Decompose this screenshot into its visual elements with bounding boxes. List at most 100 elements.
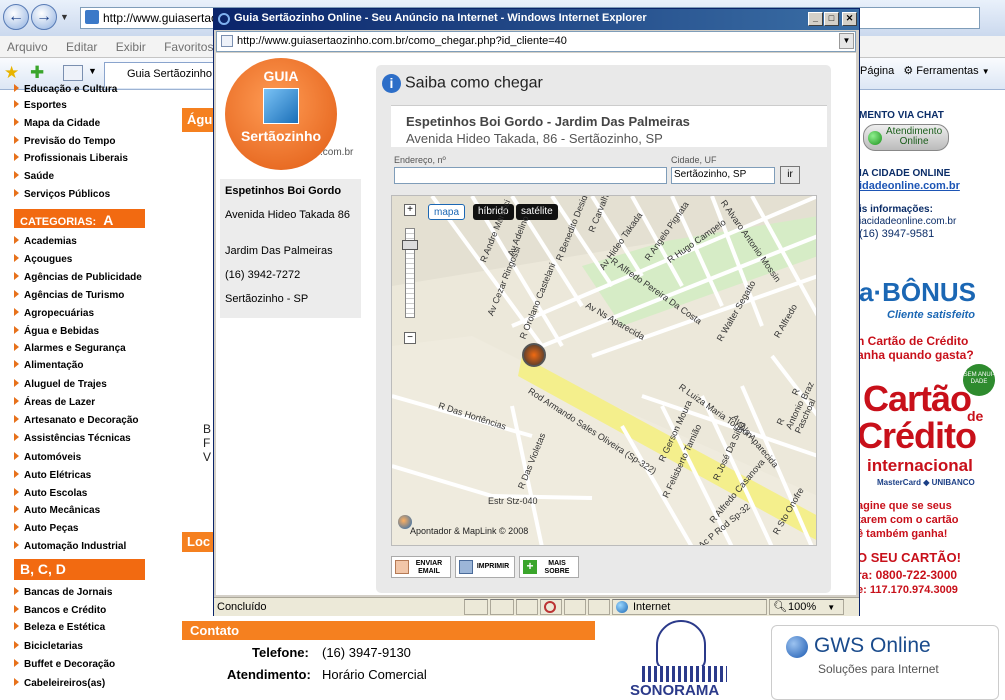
close-button[interactable]: ✕	[842, 12, 857, 26]
nav-item[interactable]: Previsão do Tempo	[14, 136, 116, 147]
zoom-dropdown-icon: ▼	[827, 603, 836, 612]
sonorama-logo: SONORAMA	[630, 682, 720, 699]
info-title: is informações:	[859, 204, 933, 215]
map-type-mapa[interactable]: mapa	[428, 204, 466, 220]
card-phone: (16) 3942-7272	[225, 269, 301, 281]
status-cell	[540, 599, 562, 615]
menu-exibir[interactable]: Exibir	[109, 36, 154, 54]
nav-item[interactable]: Bancos e Crédito	[14, 605, 106, 616]
nav-item[interactable]: Áreas de Lazer	[14, 397, 95, 408]
popup-titlebar[interactable]: Guia Sertãozinho Online - Seu Anúncio na…	[214, 9, 859, 30]
ad-big: Crédito	[857, 415, 977, 456]
nav-item[interactable]: Artesanato e Decoração	[14, 415, 139, 426]
sonorama-ad[interactable]: SONORAMA	[624, 620, 748, 700]
info-email: iacidadeonline.com.br	[859, 216, 957, 227]
nav-item[interactable]: Automóveis	[14, 452, 81, 463]
endereco-label: Endereço, nº	[394, 155, 446, 165]
card-district: Jardim Das Palmeiras	[225, 245, 333, 257]
nav-item[interactable]: Alimentação	[14, 360, 83, 371]
status-cell	[588, 599, 610, 615]
truncated-letter: F	[203, 436, 211, 450]
nav-item[interactable]: Água e Bebidas	[14, 326, 99, 337]
nav-item[interactable]: Açougues	[14, 254, 72, 265]
browser-tab-label: Guia Sertãozinho -	[127, 68, 219, 80]
endereco-input[interactable]	[394, 167, 667, 184]
nav-item[interactable]: Auto Elétricas	[14, 470, 91, 481]
nav-item[interactable]: Mapa da Cidade	[14, 118, 100, 129]
send-email-button[interactable]: ENVIAR EMAIL	[391, 556, 451, 578]
menu-favoritos[interactable]: Favoritos	[157, 36, 221, 54]
nav-item[interactable]: Agências de Turismo	[14, 290, 124, 301]
menu-editar[interactable]: Editar	[59, 36, 105, 54]
truncated-text: B F V	[203, 422, 211, 464]
location-marker-icon[interactable]	[522, 343, 546, 367]
cidade-label: Cidade, UF	[671, 155, 717, 165]
zoom-in-icon[interactable]: +	[404, 204, 416, 216]
ad-line: ra: 0800-722-3000	[857, 568, 958, 582]
popup-address-text: http://www.guiasertaozinho.com.br/como_c…	[237, 35, 567, 47]
history-dropdown-icon[interactable]: ▼	[60, 12, 69, 22]
go-button[interactable]: ir	[780, 166, 800, 184]
page-icon	[221, 35, 233, 47]
more-about-button[interactable]: + MAIS SOBRE	[519, 556, 579, 578]
favorites-star-icon[interactable]: ★	[4, 63, 19, 83]
nav-item[interactable]: Beleza e Estética	[14, 622, 105, 633]
nav-item[interactable]: Profissionais Liberais	[14, 153, 128, 164]
page-favicon-icon	[85, 10, 99, 24]
nav-item[interactable]: Bancas de Jornais	[14, 587, 112, 598]
nav-item[interactable]: Auto Escolas	[14, 488, 87, 499]
maximize-button[interactable]: □	[824, 12, 839, 26]
cidade-input[interactable]: Sertãozinho, SP	[671, 167, 775, 184]
command-bar: Página ⚙ Ferramentas ▼	[860, 64, 990, 77]
nav-item[interactable]: Serviços Públicos	[14, 189, 110, 200]
zoom-cell[interactable]: 🔍︎ 100% ▼	[769, 599, 844, 615]
nav-item[interactable]: Auto Mecânicas	[14, 505, 100, 516]
address-dropdown-icon[interactable]: ▼	[839, 33, 854, 49]
nav-item[interactable]: Cabeleireiros(as)	[14, 678, 105, 689]
forward-button[interactable]: →	[31, 4, 57, 30]
nav-item[interactable]: Saúde	[14, 171, 54, 182]
right-ad-column: MENTO VIA CHAT Atendimento Online IA CID…	[771, 100, 1000, 700]
gws-online-ad[interactable]: GWS Online Soluções para Internet	[771, 625, 999, 700]
gws-title: GWS Online	[814, 634, 931, 657]
nav-item[interactable]: Assistências Técnicas	[14, 433, 131, 444]
logo-guia-text: GUIA	[263, 68, 299, 84]
popup-blocker-icon[interactable]	[544, 601, 556, 613]
nav-item[interactable]: Automação Industrial	[14, 541, 126, 552]
nav-item[interactable]: Bicicletarias	[14, 641, 83, 652]
cidade-link[interactable]: idadeonline.com.br	[859, 180, 960, 192]
background-address-text: http://www.guiasertao	[103, 11, 218, 25]
popup-address-bar[interactable]: http://www.guiasertaozinho.com.br/como_c…	[216, 31, 856, 52]
nav-item[interactable]: Aluguel de Trajes	[14, 379, 107, 390]
nav-item[interactable]: Esportes	[14, 100, 67, 111]
nav-item[interactable]: Buffet e Decoração	[14, 659, 115, 670]
print-button[interactable]: IMPRIMIR	[455, 556, 515, 578]
zoom-handle[interactable]	[402, 240, 418, 250]
nav-item[interactable]: Academias	[14, 236, 77, 247]
nav-item[interactable]: Agências de Publicidade	[14, 272, 142, 283]
biz-title: Espetinhos Boi Gordo - Jardim Das Palmei…	[406, 114, 690, 129]
menu-arquivo[interactable]: Arquivo	[0, 36, 56, 54]
online-status-icon	[868, 131, 882, 145]
add-favorite-icon[interactable]: ✚	[30, 63, 44, 83]
telefone-label: Telefone:	[252, 645, 309, 660]
back-button[interactable]: ←	[3, 4, 29, 30]
map-view[interactable]: + − mapa híbrido satélite R Andre Marucc…	[391, 195, 817, 546]
page-menu-button[interactable]: Página	[860, 65, 894, 77]
ad-brands: MasterCard ◆ UNIBANCO	[877, 478, 975, 487]
browser-tab[interactable]: Guia Sertãozinho -	[104, 62, 219, 88]
quick-tabs-icon[interactable]	[63, 65, 83, 81]
tab-list-dropdown-icon[interactable]: ▼	[88, 66, 97, 76]
zoom-out-icon[interactable]: −	[404, 332, 416, 344]
cartao-credito-ad[interactable]: n Cartão de Crédito anha quando gasta? S…	[855, 328, 995, 608]
minimize-button[interactable]: _	[808, 12, 823, 26]
nav-item[interactable]: Alarmes e Segurança	[14, 343, 126, 354]
bonus-ad[interactable]: a·BÔNUS Cliente satisfeito	[855, 265, 993, 327]
tools-menu-button[interactable]: Ferramentas	[916, 65, 978, 77]
nav-item[interactable]: Educação e Cultura	[14, 84, 117, 95]
nav-item[interactable]: Agropecuárias	[14, 308, 94, 319]
popup-content: GUIA Sertãozinho .com.br Espetinhos Boi …	[216, 53, 856, 595]
atendimento-value: Horário Comercial	[322, 667, 427, 682]
chat-online-button[interactable]: Atendimento Online	[863, 124, 949, 151]
nav-item[interactable]: Auto Peças	[14, 523, 78, 534]
